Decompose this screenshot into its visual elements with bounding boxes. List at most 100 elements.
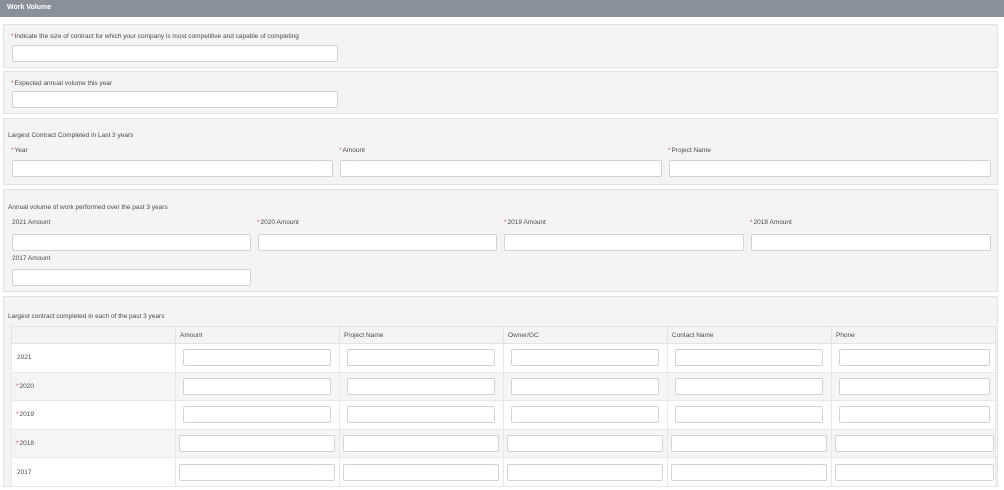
owner-gc-input[interactable] (511, 406, 659, 424)
year-cell: *2018 (11, 428, 176, 459)
annual-volume-label: *Expected annual volume this year (11, 80, 112, 87)
amount-input[interactable] (340, 160, 662, 177)
largest-contract-panel: Largest Contract Completed in Last 3 yea… (3, 118, 998, 185)
project-name-input[interactable] (347, 349, 495, 367)
year-text: 2021 (17, 354, 32, 362)
required-mark: * (16, 440, 19, 448)
amount-2017-label-text: 2017 Amount (12, 255, 51, 262)
column-header-year (11, 326, 176, 344)
phone-input[interactable] (835, 435, 994, 453)
owner-gc-cell (503, 343, 668, 373)
contract-size-panel: *Indicate the size of contract for which… (3, 24, 998, 68)
year-cell: *2020 (11, 371, 176, 402)
amount-cell (175, 457, 340, 487)
required-mark: * (11, 80, 14, 87)
project-name-input[interactable] (347, 406, 495, 424)
amount-2018-label: *2018 Amount (750, 219, 792, 226)
amount-2021-input[interactable] (12, 234, 251, 251)
year-text: 2018 (19, 440, 34, 448)
amount-input[interactable] (179, 463, 335, 481)
project-name-cell (339, 343, 504, 373)
contact-name-input[interactable] (671, 463, 827, 481)
year-label-text: Year (14, 147, 28, 154)
table-row: 2021 (11, 343, 996, 373)
contact-name-input[interactable] (675, 377, 823, 395)
amount-2021-label-text: 2021 Amount (12, 219, 51, 226)
owner-gc-input[interactable] (507, 435, 663, 453)
owner-gc-input[interactable] (507, 463, 663, 481)
amount-cell (175, 371, 340, 402)
required-mark: * (11, 33, 14, 40)
project-name-cell (339, 428, 504, 459)
contact-name-input[interactable] (675, 406, 823, 424)
phone-cell (831, 457, 996, 487)
contact-name-cell (667, 400, 832, 430)
table-header-row: Amount Project Name Owner/GC Contact Nam… (11, 326, 996, 344)
year-cell: *2019 (11, 400, 176, 430)
phone-input[interactable] (839, 406, 990, 424)
amount-2019-label: *2019 Amount (504, 219, 546, 226)
phone-input[interactable] (839, 349, 990, 367)
annual-volume-input[interactable] (12, 91, 338, 108)
owner-gc-cell (503, 457, 668, 487)
amount-input[interactable] (183, 377, 331, 395)
year-cell: 2017 (11, 457, 176, 487)
required-mark: * (16, 382, 19, 390)
contact-name-cell (667, 343, 832, 373)
project-name-input[interactable] (347, 377, 495, 395)
amount-input[interactable] (183, 406, 331, 424)
column-header-owner-gc: Owner/GC (503, 326, 668, 344)
contact-name-input[interactable] (671, 435, 827, 453)
project-name-label: *Project Name (668, 147, 711, 154)
project-name-label-text: Project Name (671, 147, 711, 154)
amount-cell (175, 343, 340, 373)
required-mark: * (668, 147, 671, 154)
phone-input[interactable] (839, 377, 990, 395)
column-header-amount: Amount (175, 326, 340, 344)
required-mark: * (11, 147, 14, 154)
contact-name-input[interactable] (675, 349, 823, 367)
amount-2017-input[interactable] (12, 269, 251, 286)
owner-gc-input[interactable] (511, 377, 659, 395)
annual-volume-label-text: Expected annual volume this year (14, 80, 113, 87)
table-row: 2017 (11, 457, 996, 487)
largest-contract-title: Largest Contract Completed in Last 3 yea… (8, 132, 134, 139)
table-row: *2018 (11, 428, 996, 459)
amount-2020-input[interactable] (258, 234, 497, 251)
phone-cell (831, 428, 996, 459)
annual-volume-panel: *Expected annual volume this year (3, 71, 998, 114)
contract-size-input[interactable] (12, 45, 338, 62)
year-label: *Year (11, 147, 28, 154)
year-text: 2017 (17, 468, 32, 476)
amount-2020-label: *2020 Amount (257, 219, 299, 226)
amount-2019-input[interactable] (504, 234, 744, 251)
required-mark: * (750, 219, 753, 226)
owner-gc-cell (503, 400, 668, 430)
project-name-input[interactable] (343, 463, 499, 481)
amount-input[interactable] (179, 435, 335, 453)
column-header-phone: Phone (831, 326, 996, 344)
year-text: 2019 (19, 411, 34, 419)
project-name-cell (339, 400, 504, 430)
amount-2017-label: 2017 Amount (11, 255, 50, 262)
project-name-input[interactable] (343, 435, 499, 453)
project-name-cell (339, 371, 504, 402)
yearly-contracts-title: Largest contract completed in each of th… (8, 313, 165, 320)
yearly-contracts-table: Amount Project Name Owner/GC Contact Nam… (11, 326, 996, 487)
table-row: *2019 (11, 400, 996, 430)
amount-2021-label: 2021 Amount (11, 219, 50, 226)
annual-work-panel: Annual volume of work performed over the… (3, 189, 998, 292)
amount-cell (175, 400, 340, 430)
amount-label-text: Amount (342, 147, 365, 154)
amount-label: *Amount (339, 147, 365, 154)
amount-cell (175, 428, 340, 459)
project-name-input[interactable] (669, 160, 991, 177)
contact-name-cell (667, 428, 832, 459)
year-input[interactable] (12, 160, 333, 177)
owner-gc-input[interactable] (511, 349, 659, 367)
phone-input[interactable] (835, 463, 994, 481)
required-mark: * (339, 147, 342, 154)
year-text: 2020 (19, 382, 34, 390)
amount-input[interactable] (183, 349, 331, 367)
amount-2018-input[interactable] (751, 234, 991, 251)
